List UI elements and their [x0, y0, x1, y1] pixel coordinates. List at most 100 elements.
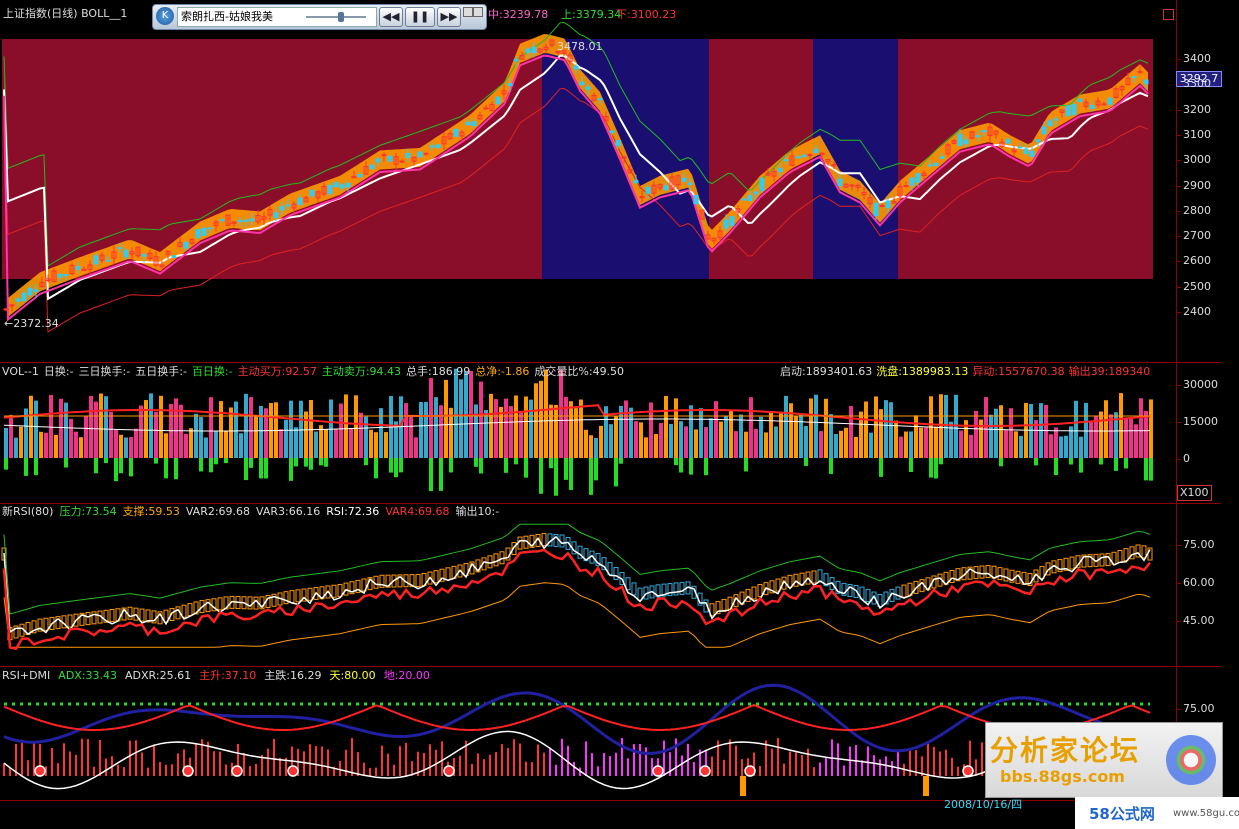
volume-bar: [694, 429, 698, 458]
volume-bar: [804, 426, 808, 458]
dmi-bar: [357, 752, 359, 776]
dmi-bar: [549, 748, 551, 776]
volume-bar: [1134, 424, 1138, 458]
candle-body: [777, 167, 783, 173]
candle-body: [933, 162, 939, 166]
y-axis-tick: 2800: [1183, 203, 1211, 217]
candle-body: [183, 241, 189, 249]
volume-bar: [749, 397, 753, 458]
volume-bar: [1119, 393, 1123, 458]
prev-button[interactable]: ◀◀: [379, 7, 403, 27]
volume-bar: [1049, 434, 1053, 458]
volume-bar: [509, 406, 513, 458]
media-player[interactable]: K 索朗扎西-姑娘我美 ◀◀ ❚❚ ▶▶ - ×: [152, 4, 487, 30]
dmi-bar: [375, 767, 377, 776]
volume-bar: [214, 431, 218, 458]
candle-body: [369, 164, 375, 169]
dmi-bar: [555, 764, 557, 776]
close-icon[interactable]: ×: [473, 7, 483, 17]
dmi-bar: [99, 740, 101, 776]
dmi-bar: [267, 748, 269, 776]
volume-bar: [149, 393, 153, 458]
volume-bar: [744, 431, 748, 458]
candle-body: [429, 145, 435, 148]
next-button[interactable]: ▶▶: [437, 7, 461, 27]
pane-separator: [0, 800, 1221, 801]
rsi-box-bar: [1117, 549, 1123, 563]
minimize-icon[interactable]: -: [463, 7, 473, 17]
indicator-value: 异动:1557670.38: [972, 365, 1065, 378]
volume-bar-negative: [249, 458, 253, 468]
candle-body: [633, 180, 639, 184]
candle-body: [381, 154, 387, 157]
dmi-bar: [867, 746, 869, 776]
volume-bar-negative: [199, 458, 203, 472]
volume-bar: [1104, 400, 1108, 458]
volume-slider-handle[interactable]: [338, 12, 344, 22]
brand-watermark: 58公式网 www.58gu.com: [1075, 797, 1239, 829]
flower-icon: [1166, 735, 1216, 785]
volume-bar: [634, 421, 638, 458]
tick-mark: [1177, 621, 1181, 622]
volume-bar: [179, 404, 183, 458]
volume-bar-negative: [449, 458, 453, 473]
dmi-bar: [63, 743, 65, 776]
volume-bar-negative: [594, 458, 598, 481]
candle-body: [981, 129, 987, 133]
tick-mark: [1177, 422, 1181, 423]
dmi-bar: [393, 764, 395, 776]
signal-bar: [923, 776, 929, 796]
tick-mark: [1177, 709, 1181, 710]
dmi-bar: [153, 744, 155, 776]
chart-canvas[interactable]: [0, 0, 1239, 829]
volume-bar: [219, 401, 223, 458]
pause-button[interactable]: ❚❚: [405, 7, 435, 27]
dmi-bar: [387, 753, 389, 776]
indicator-value: 主跌:16.29: [264, 669, 322, 682]
candle-body: [585, 86, 591, 90]
volume-bar: [19, 426, 23, 458]
rsi-box-bar: [109, 609, 115, 623]
dmi-indicator-header: RSI+DMI ADX:33.43 ADXR:25.61 主升:37.10 主跌:16.…: [2, 669, 438, 683]
player-logo-icon[interactable]: K: [156, 7, 174, 25]
candle-body: [507, 83, 513, 87]
volume-bar: [684, 426, 688, 458]
volume-bar: [734, 431, 738, 458]
watermark-logo: 分析家论坛 bbs.88gs.com: [985, 722, 1223, 798]
dmi-bar: [309, 744, 311, 776]
y-axis-tick: 2600: [1183, 254, 1211, 268]
volume-bar: [1054, 427, 1058, 458]
volume-bar: [374, 432, 378, 458]
tick-mark: [1177, 59, 1181, 60]
volume-bar: [584, 429, 588, 458]
dmi-bar: [879, 759, 881, 776]
dmi-bar: [141, 752, 143, 776]
candle-body: [435, 144, 441, 149]
candle-body: [375, 158, 381, 163]
candle-body: [285, 204, 291, 207]
rsi-box-bar: [1141, 545, 1147, 559]
volume-bar: [739, 414, 743, 458]
dmi-bar: [651, 758, 653, 776]
candle-body: [297, 197, 303, 206]
volume-bar: [774, 426, 778, 458]
volume-bar: [809, 398, 813, 458]
y-axis-tick: 2900: [1183, 178, 1211, 192]
date-label: 2008/10/16/四: [944, 798, 1023, 811]
maximize-icon[interactable]: [1163, 9, 1174, 20]
boll-upper-label: 上:3379.34: [561, 8, 622, 21]
volume-bar: [754, 428, 758, 458]
volume-slider[interactable]: [306, 16, 366, 18]
volume-bar: [424, 401, 428, 458]
candle-body: [27, 287, 33, 296]
y-axis-tick: 3300: [1183, 77, 1211, 91]
candle-body: [1101, 103, 1107, 106]
volume-bar: [1149, 399, 1153, 458]
volume-bar: [279, 429, 283, 458]
volume-bar: [439, 405, 443, 458]
candle-body: [219, 219, 225, 222]
candle-body: [513, 59, 519, 62]
tick-mark: [1177, 134, 1181, 136]
volume-bar: [999, 405, 1003, 458]
dmi-bar: [123, 767, 125, 776]
